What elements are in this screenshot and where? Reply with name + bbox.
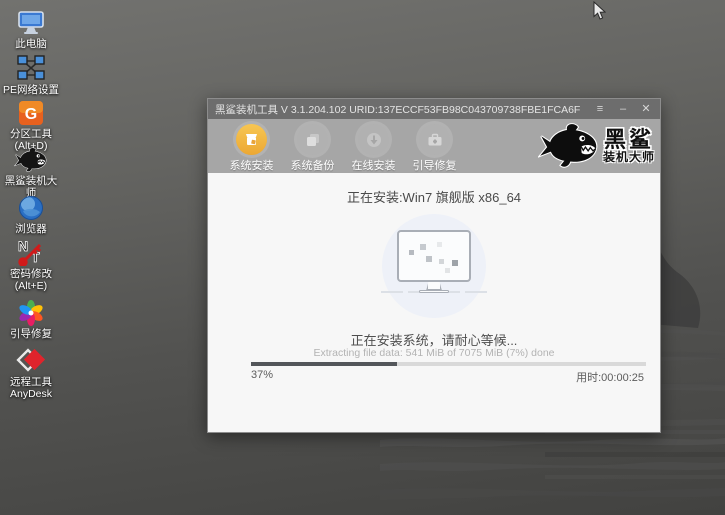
pinwheel-icon: [1, 296, 61, 326]
install-title: 正在安装:Win7 旗舰版 x86_64: [208, 187, 660, 206]
window-titlebar[interactable]: 黑鲨装机工具 V 3.1.204.102 URID:137ECCF53FB98C…: [208, 99, 660, 119]
svg-text:N: N: [18, 238, 28, 254]
wallpaper-ripples: [380, 430, 725, 515]
install-progress-panel: 正在安装:Win7 旗舰版 x86_64 正在安装系统，请耐心等候... Ext…: [208, 173, 660, 432]
desktop-icon-label: 远程工具: [1, 377, 61, 389]
shark-logo-icon: [538, 122, 600, 170]
desktop-icon-label: PE网络设置: [1, 85, 61, 97]
desktop-icon-browser[interactable]: 浏览器: [1, 191, 61, 236]
toolbar-button-label: 引导修复: [404, 157, 465, 173]
progress-bar: [251, 362, 646, 366]
monitor-stand-base: [419, 290, 449, 293]
desktop-icon-label: 引导修复: [1, 329, 61, 341]
desktop-icon-password-reset[interactable]: N T 密码修改 (Alt+E): [1, 236, 61, 292]
desktop-icon-label2: AnyDesk: [1, 389, 61, 401]
desktop: { "desktop": { "icons": [ { "name": "thi…: [0, 0, 725, 515]
desktop-icon-label2: (Alt+E): [1, 281, 61, 293]
menu-button[interactable]: ≡: [593, 99, 607, 119]
toolbar-button-label: 系统安装: [221, 157, 282, 173]
toolbar-button-system-install[interactable]: 系统安装: [221, 124, 282, 173]
mouse-cursor: [593, 1, 606, 20]
brand-logo: 黑鲨 装机大师: [538, 119, 655, 173]
desktop-icon-label: 浏览器: [1, 224, 61, 236]
toolbar-button-label: 系统备份: [282, 157, 343, 173]
extract-detail: Extracting file data: 541 MiB of 7075 Mi…: [208, 347, 660, 359]
elapsed-time: 用时:00:00:25: [576, 369, 644, 385]
network-icon: [1, 52, 61, 82]
toolbox-icon: [419, 124, 450, 155]
backup-layers-icon: [297, 124, 328, 155]
desktop-icon-label: 分区工具: [1, 129, 61, 141]
nt-password-key-icon: N T: [1, 236, 61, 266]
installer-window: 黑鲨装机工具 V 3.1.204.102 URID:137ECCF53FB98C…: [207, 98, 661, 433]
toolbar-button-boot-repair[interactable]: 引导修复: [404, 124, 465, 173]
anydesk-icon: [1, 344, 61, 374]
shark-icon: [1, 143, 61, 173]
toolbar-button-system-backup[interactable]: 系统备份: [282, 124, 343, 173]
window-title: 黑鲨装机工具 V 3.1.204.102 URID:137ECCF53FB98C…: [215, 102, 580, 117]
desktop-icon-label: 此电脑: [1, 39, 61, 51]
computer-icon: [1, 6, 61, 36]
toolbar: 系统安装 系统备份 在线安装: [208, 119, 660, 173]
close-button[interactable]: ✕: [639, 99, 653, 119]
monitor-illustration: [397, 230, 471, 282]
download-arrow-icon: [358, 124, 389, 155]
toolbar-button-label: 在线安装: [343, 157, 404, 173]
minimize-button[interactable]: –: [616, 99, 630, 119]
install-box-icon: [236, 124, 267, 155]
diskgenius-icon: G: [1, 96, 61, 126]
brand-name: 黑鲨: [603, 128, 655, 151]
svg-text:G: G: [25, 106, 37, 123]
desktop-icon-this-pc[interactable]: 此电脑: [1, 6, 61, 51]
toolbar-button-online-install[interactable]: 在线安装: [343, 124, 404, 173]
desktop-icon-label: 密码修改: [1, 269, 61, 281]
desktop-icon-label: 黑鲨装机大: [1, 176, 61, 188]
progress-percent: 37%: [251, 369, 273, 381]
brand-subtitle: 装机大师: [603, 151, 655, 164]
desktop-icon-boot-repair[interactable]: 引导修复: [1, 296, 61, 341]
globe-icon: [1, 191, 61, 221]
desktop-icon-pe-network[interactable]: PE网络设置: [1, 52, 61, 97]
progress-bar-fill: [251, 362, 397, 366]
desktop-icon-anydesk[interactable]: 远程工具 AnyDesk: [1, 344, 61, 400]
